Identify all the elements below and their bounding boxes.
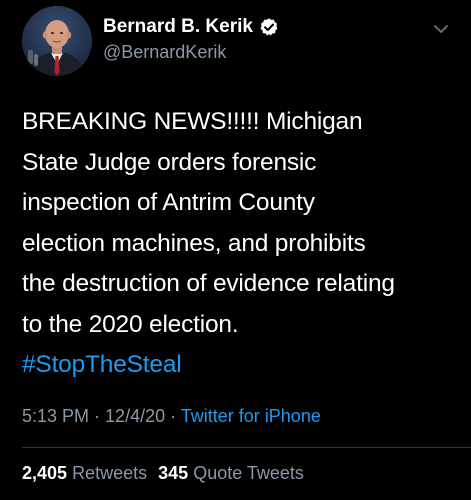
tweet-text-line: to the 2020 election.: [22, 310, 239, 338]
meta-separator: ·: [89, 406, 106, 426]
tweet-detail: Bernard B. Kerik @BernardKerik BREAKING …: [0, 0, 471, 500]
quote-tweets-count: 345: [158, 463, 189, 483]
hashtag-link[interactable]: #StopTheSteal: [22, 345, 462, 386]
author-name-row[interactable]: Bernard B. Kerik: [103, 14, 279, 40]
user-handle[interactable]: @BernardKerik: [103, 42, 226, 63]
chevron-down-icon[interactable]: [432, 22, 450, 34]
tweet-text-line: BREAKING NEWS!!!!! Michigan: [22, 108, 363, 135]
display-name[interactable]: Bernard B. Kerik: [103, 16, 253, 38]
divider: [22, 447, 471, 448]
quote-tweets-stat[interactable]: 345 Quote Tweets: [158, 463, 304, 483]
tweet-time[interactable]: 5:13 PM: [22, 406, 89, 426]
quote-tweets-label: Quote Tweets: [193, 463, 304, 483]
retweets-stat[interactable]: 2,405 Retweets: [22, 463, 147, 483]
retweets-count: 2,405: [22, 463, 68, 483]
tweet-text-line: State Judge orders forensic: [22, 148, 317, 176]
tweet-text-line: the destruction of evidence relating: [22, 270, 395, 297]
tweet-metadata: 5:13 PM · 12/4/20 · Twitter for iPhone: [22, 406, 321, 427]
verified-badge-icon: [259, 17, 279, 37]
tweet-stats: 2,405 Retweets 345 Quote Tweets: [22, 463, 304, 484]
tweet-text-line: election machines, and prohibits: [22, 229, 366, 257]
tweet-source-link[interactable]: Twitter for iPhone: [181, 406, 321, 426]
profile-photo-icon: [22, 6, 92, 76]
retweets-label: Retweets: [72, 463, 148, 483]
tweet-text-line: inspection of Antrim County: [22, 189, 315, 216]
tweet-date[interactable]: 12/4/20: [105, 406, 165, 426]
avatar[interactable]: [22, 6, 92, 76]
meta-separator: ·: [165, 406, 181, 426]
tweet-text: BREAKING NEWS!!!!! Michigan State Judge …: [22, 102, 462, 386]
